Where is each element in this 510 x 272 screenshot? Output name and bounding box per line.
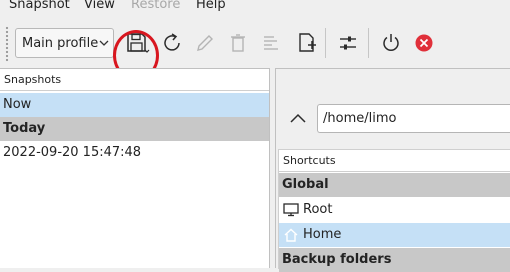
save-icon: [127, 33, 150, 53]
snapshots-panel: Snapshots Now Today 2022-09-20 15:47:48: [0, 68, 270, 268]
edit-icon: [197, 35, 213, 51]
snapshot-item[interactable]: 2022-09-20 15:47:48: [0, 141, 269, 165]
close-circle-icon: [415, 34, 433, 52]
toolbar-separator: [325, 28, 326, 58]
shortcut-home-label: Home: [303, 227, 342, 242]
settings-button[interactable]: [335, 30, 361, 56]
home-icon: [284, 228, 298, 242]
menu-help[interactable]: Help: [196, 0, 226, 12]
snapshot-now[interactable]: Now: [0, 93, 269, 117]
group-backup-folders: Backup folders: [279, 248, 510, 272]
menu-restore[interactable]: Restore: [131, 0, 180, 12]
folder-up-button[interactable]: [285, 106, 311, 132]
shortcut-root[interactable]: Root: [279, 198, 510, 222]
power-icon: [383, 34, 399, 51]
shortcuts-header: Shortcuts: [279, 150, 510, 172]
path-input[interactable]: [317, 104, 510, 133]
shortcuts-panel: Shortcuts Global Root Home Backup folder…: [278, 149, 510, 272]
shortcut-home[interactable]: Home: [279, 223, 510, 247]
delete-button[interactable]: [225, 30, 251, 56]
log-icon: [264, 36, 278, 50]
menu-view[interactable]: View: [84, 0, 115, 12]
profile-select-value: Main profile: [22, 36, 99, 51]
monitor-icon: [283, 203, 299, 217]
shortcut-root-label: Root: [303, 202, 333, 217]
toolbar-grip[interactable]: [5, 26, 9, 62]
file-browser-panel: Shortcuts Global Root Home Backup folder…: [275, 68, 510, 272]
profile-select[interactable]: Main profile: [15, 28, 114, 58]
menu-snapshot[interactable]: Snapshot: [9, 0, 70, 12]
quit-button[interactable]: [411, 30, 437, 56]
settings-sliders-icon: [340, 36, 356, 50]
group-global: Global: [279, 173, 510, 197]
take-snapshot-button[interactable]: [124, 30, 150, 56]
add-page-icon: [299, 33, 316, 52]
refresh-button[interactable]: [160, 30, 186, 56]
edit-button[interactable]: [192, 30, 218, 56]
trash-icon: [231, 34, 245, 52]
menu-bar: Snapshot View Restore Help: [0, 0, 510, 14]
group-today: Today: [0, 117, 269, 141]
chevron-up-icon: [290, 113, 306, 123]
snapshots-header: Snapshots: [0, 69, 269, 91]
refresh-icon: [164, 33, 180, 51]
toolbar: Main profile: [0, 14, 510, 81]
view-log-button[interactable]: [258, 30, 284, 56]
chevron-down-icon: [99, 40, 109, 46]
shutdown-button[interactable]: [378, 30, 404, 56]
add-to-include-button[interactable]: [293, 30, 319, 56]
toolbar-separator: [368, 28, 369, 58]
